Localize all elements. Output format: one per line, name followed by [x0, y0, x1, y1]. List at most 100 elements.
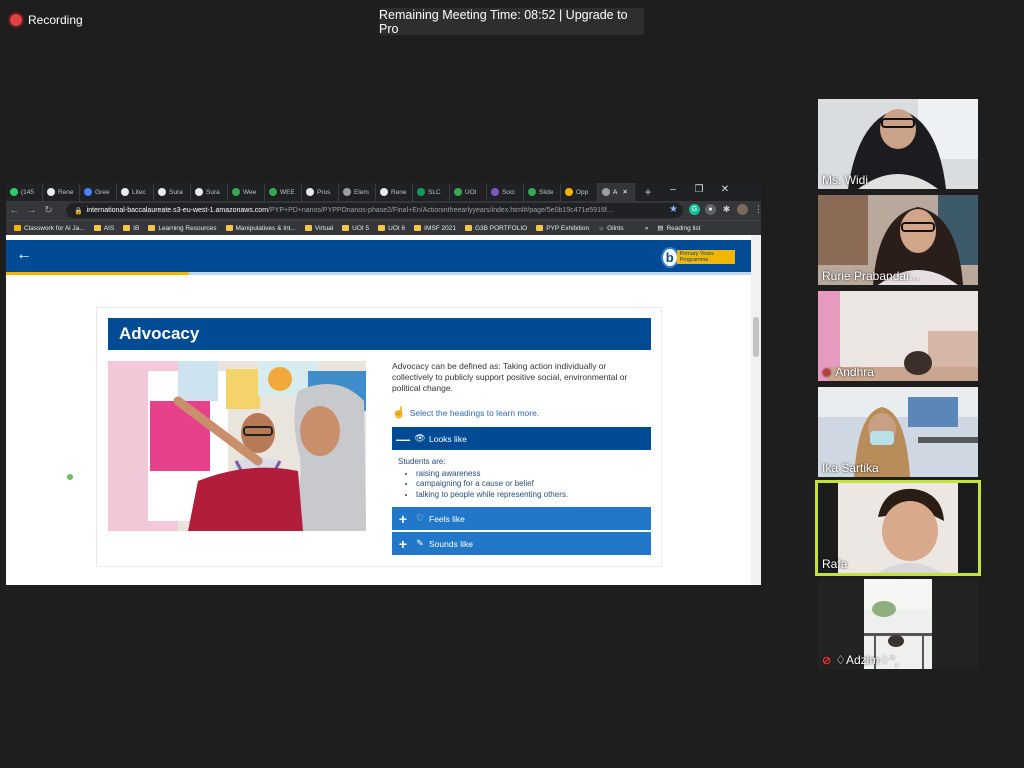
- forward-nav-icon[interactable]: →: [23, 205, 40, 216]
- browser-tab[interactable]: (145: [6, 183, 43, 201]
- browser-tab[interactable]: Litec: [117, 183, 154, 201]
- bookmark-item[interactable]: IMSF 2021: [414, 225, 456, 232]
- url-path: /PYP+PD+nanos/PYPPDnanos-phase2/Final+En…: [268, 207, 613, 214]
- folder-icon: [148, 225, 156, 231]
- muted-mic-icon: ⊘: [822, 366, 832, 379]
- participant-tile[interactable]: ⊘ Andhra: [818, 291, 978, 381]
- tab-favicon-icon: [602, 188, 610, 196]
- folder-icon: [123, 225, 131, 231]
- minimize-button[interactable]: –: [666, 184, 680, 195]
- bookmark-item[interactable]: Learning Resources: [148, 225, 217, 232]
- close-window-button[interactable]: ✕: [718, 184, 732, 195]
- reading-list-button[interactable]: ▤ Reading list: [657, 224, 700, 233]
- accordion-looks-like[interactable]: — 👁 Looks like: [392, 427, 651, 450]
- browser-tab[interactable]: Slide: [524, 183, 561, 201]
- heart-icon: ♡: [415, 513, 425, 523]
- profile-avatar[interactable]: [737, 204, 748, 215]
- browser-tab-active[interactable]: A ✕: [598, 183, 635, 201]
- browser-tab[interactable]: Opp: [561, 183, 598, 201]
- list-item: raising awareness: [416, 469, 645, 480]
- glints-icon: ☼: [598, 224, 605, 232]
- browser-tab[interactable]: SLC: [413, 183, 450, 201]
- bookmark-item[interactable]: ☼ Glints: [598, 225, 624, 232]
- extension-icon[interactable]: ●: [705, 204, 716, 215]
- bookmark-item[interactable]: UOI 6: [378, 225, 405, 232]
- list-item: campaigning for a cause or belief: [416, 479, 645, 490]
- bookmark-item[interactable]: Virtual: [304, 225, 333, 232]
- looks-like-intro: Students are:: [398, 457, 446, 466]
- bookmark-star-icon[interactable]: ★: [669, 204, 678, 215]
- participant-tile[interactable]: Ika Sartika: [818, 387, 978, 477]
- participant-name: Rafa: [822, 557, 848, 571]
- participant-tile[interactable]: ⊘ ♢Adzim♢°¸: [818, 579, 978, 669]
- browser-tab[interactable]: Soci: [487, 183, 524, 201]
- address-bar-row: ← → ↻ 🔒 international-baccalaureate.s3-e…: [6, 201, 761, 220]
- back-arrow-icon[interactable]: ←: [16, 246, 32, 264]
- recording-indicator[interactable]: Recording: [10, 10, 83, 30]
- card-title: Advocacy: [108, 318, 651, 350]
- browser-tab[interactable]: UOI: [450, 183, 487, 201]
- tab-favicon-icon: [195, 188, 203, 196]
- meeting-timer-banner[interactable]: Remaining Meeting Time: 08:52 | Upgrade …: [379, 8, 644, 36]
- browser-tab[interactable]: Rene: [43, 183, 80, 201]
- participant-name: Ika Sartika: [822, 461, 879, 475]
- tab-strip: (145 Rene Gree Litec Sura Sura Wee WEE P…: [6, 183, 761, 201]
- scrollbar-thumb[interactable]: [753, 317, 759, 357]
- lock-icon: 🔒: [74, 207, 83, 215]
- accordion-label: Feels like: [429, 513, 465, 524]
- reload-icon[interactable]: ↻: [40, 205, 57, 216]
- ib-pyp-logo: b Primary Years Programme: [661, 246, 735, 268]
- accordion-sounds-like[interactable]: + ✎ Sounds like: [392, 532, 651, 555]
- accordion-feels-like[interactable]: + ♡ Feels like: [392, 507, 651, 530]
- bookmarks-overflow-button[interactable]: »: [645, 225, 649, 232]
- tab-favicon-icon: [269, 188, 277, 196]
- eye-icon: 👁: [414, 433, 426, 443]
- accordion-label: Sounds like: [429, 538, 473, 549]
- bookmark-item[interactable]: Manipulatives & Int...: [225, 225, 296, 232]
- close-tab-icon[interactable]: ✕: [622, 188, 627, 196]
- bookmark-item[interactable]: G3B PORTFOLIO: [464, 225, 527, 232]
- looks-like-list: raising awareness campaigning for a caus…: [398, 469, 645, 501]
- browser-tab[interactable]: Pros: [302, 183, 339, 201]
- grammarly-extension-icon[interactable]: G: [689, 204, 700, 215]
- url-field[interactable]: 🔒 international-baccalaureate.s3-eu-west…: [66, 203, 683, 218]
- shared-browser-window: (145 Rene Gree Litec Sura Sura Wee WEE P…: [6, 183, 761, 585]
- participant-tile[interactable]: Ms. Widi: [818, 99, 978, 189]
- folder-icon: [342, 225, 350, 231]
- participant-name: ⊘ ♢Adzim♢°¸: [822, 653, 899, 667]
- page-header: ← b Primary Years Programme: [6, 240, 751, 275]
- advocacy-definition: Advocacy can be defined as: Taking actio…: [392, 361, 628, 393]
- module-progress-bar: [6, 272, 751, 275]
- browser-tab[interactable]: WEE: [265, 183, 302, 201]
- browser-tab[interactable]: Elem: [339, 183, 376, 201]
- hand-pointer-icon: ☝: [392, 407, 406, 419]
- page-scrollbar[interactable]: [751, 235, 761, 585]
- tab-favicon-icon: [232, 188, 240, 196]
- bookmark-item[interactable]: Classwork for Al Ja...: [14, 225, 85, 232]
- browser-tab[interactable]: Sura: [154, 183, 191, 201]
- bookmark-item[interactable]: AIS: [93, 225, 114, 232]
- participant-tile-active-speaker[interactable]: Rafa: [815, 480, 981, 576]
- puzzle-extensions-icon[interactable]: ✱: [721, 204, 732, 215]
- back-nav-icon[interactable]: ←: [6, 205, 23, 216]
- bookmark-item[interactable]: PYP Exhibition: [536, 225, 589, 232]
- menu-kebab-icon[interactable]: ⋮: [753, 204, 761, 215]
- tab-favicon-icon: [454, 188, 462, 196]
- browser-tab[interactable]: Sura: [191, 183, 228, 201]
- browser-tab[interactable]: Wee: [228, 183, 265, 201]
- bookmark-item[interactable]: UOI 5: [342, 225, 369, 232]
- folder-icon: [378, 225, 386, 231]
- tab-favicon-icon: [158, 188, 166, 196]
- advocacy-card: Advocacy Advocacy can be defined as: Tak…: [96, 307, 662, 567]
- collapse-icon: —: [396, 430, 410, 447]
- browser-tab[interactable]: Rene: [376, 183, 413, 201]
- tab-favicon-icon: [47, 188, 55, 196]
- bookmark-item[interactable]: IB: [123, 225, 139, 232]
- module-progress-fill: [6, 272, 189, 275]
- browser-tab[interactable]: Gree: [80, 183, 117, 201]
- maximize-button[interactable]: ❐: [692, 184, 706, 195]
- participant-tile[interactable]: Rurie Prabandar...: [818, 195, 978, 285]
- looks-like-content: Students are: raising awareness campaign…: [392, 450, 651, 506]
- new-tab-button[interactable]: +: [641, 185, 655, 199]
- expand-icon: +: [398, 535, 408, 552]
